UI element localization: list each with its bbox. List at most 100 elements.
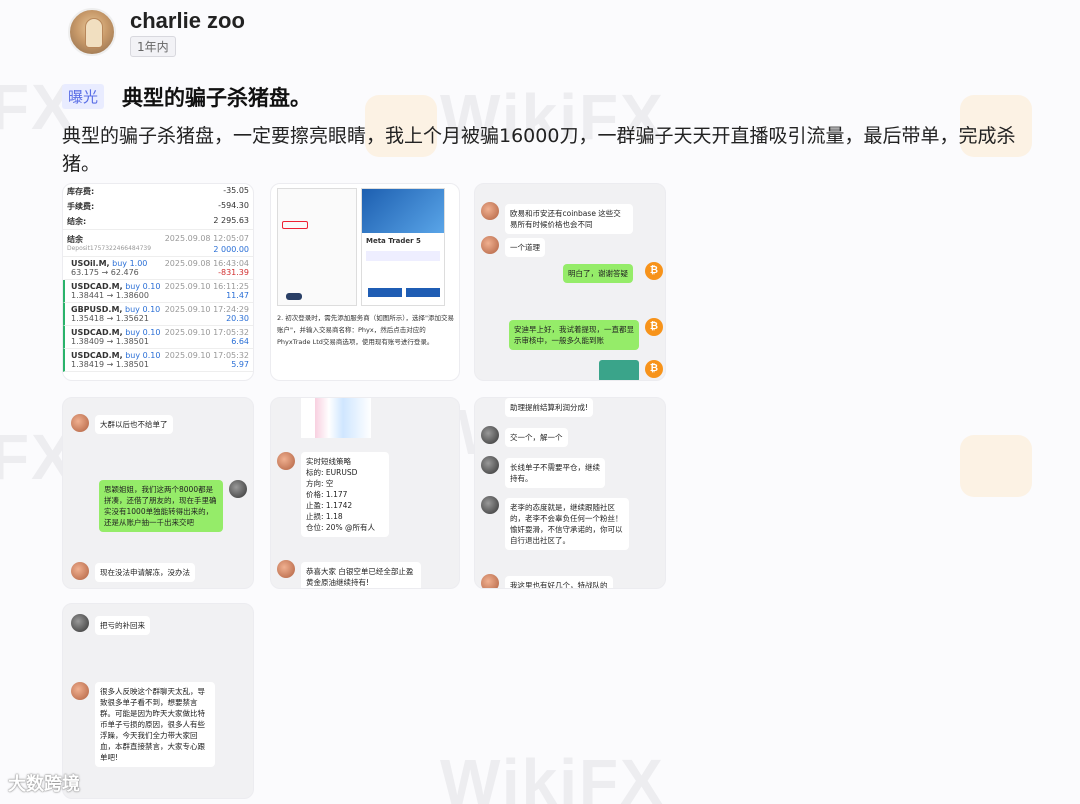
trade-row: GBPUSD.M, buy 0.10 2025.09.10 17:24:29 1.… xyxy=(63,303,253,326)
trade-prices: 1.38419 → 1.38501 xyxy=(71,360,149,369)
trade-prices: 1.35418 → 1.35621 xyxy=(71,314,149,323)
trade-symbol: GBPUSD.M, xyxy=(71,305,123,314)
trade-side: buy 0.10 xyxy=(125,282,161,291)
balance-label: 结余 xyxy=(67,235,83,244)
bitcoin-avatar-icon: ₿ xyxy=(645,318,663,336)
post-image-strategy[interactable]: 实时短线策略 标的: EURUSD 方向: 空 价格: 1.177 止盈: 1.… xyxy=(270,397,460,589)
user-avatar xyxy=(481,496,499,514)
watermark: WikiFX xyxy=(440,746,665,804)
post-image-trade-history[interactable]: 库存费: -35.05 手续费: -594.30 结余: 2 295.63 结余 202… xyxy=(62,183,254,381)
strategy-line: 标的: EURUSD xyxy=(306,468,358,477)
trade-row: USDCAD.M, buy 0.10 2025.09.10 17:05:32 1.… xyxy=(63,349,253,372)
chat-message: 老李的态度就是，继续跟随社区的，老李不会辜负任何一个粉丝！愉奸耍滑，不信守承诺的… xyxy=(505,498,629,550)
user-avatar xyxy=(71,414,89,432)
user-avatar xyxy=(481,426,499,444)
trade-date: 2025.09.10 17:05:32 xyxy=(164,328,249,337)
trade-pl: -831.39 xyxy=(218,268,249,277)
mt5-title: Meta Trader 5 xyxy=(366,237,421,245)
strategy-line: 方向: 空 xyxy=(306,479,334,488)
summary-label: 结余: xyxy=(67,217,87,226)
highlight-box xyxy=(282,221,308,229)
chat-message: 思颖姐姐，我们这两个8000都是拼凑，还借了朋友的，现在手里确实没有1000单独… xyxy=(99,480,223,532)
trade-side: buy 1.00 xyxy=(112,259,148,268)
user-avatar xyxy=(71,614,89,632)
chat-message: 欧易和币安还有coinbase 这些交易所有时候价格也会不同 xyxy=(505,204,633,234)
summary-label: 手续费: xyxy=(67,202,95,211)
chat-message: 我这里也有好几个，特战队的 xyxy=(505,576,613,588)
phone-screen-left xyxy=(277,188,357,306)
chat-message: 长线单子不需要平仓，继续持有。 xyxy=(505,458,605,488)
trade-date: 2025.09.10 17:05:32 xyxy=(164,351,249,360)
phone-screen-right: Meta Trader 5 xyxy=(361,188,445,306)
post-title: 典型的骗子杀猪盘。 xyxy=(122,86,311,110)
chat-message: 恭喜大家 白银空单已经全部止盈 黄金原油继续持有! xyxy=(301,562,421,588)
summary-value: 2 295.63 xyxy=(213,216,249,225)
user-avatar xyxy=(71,562,89,580)
trade-row: USDCAD.M, buy 0.10 2025.09.10 16:11:25 1.… xyxy=(63,280,253,303)
summary-value: -35.05 xyxy=(223,186,249,195)
bitcoin-avatar-icon: ₿ xyxy=(645,360,663,378)
chat-message: 现在没法申请解冻，没办法 xyxy=(95,563,195,582)
author-avatar[interactable] xyxy=(68,8,116,56)
trade-symbol: USOil.M, xyxy=(71,259,110,268)
trade-pl: 6.64 xyxy=(231,337,249,346)
user-avatar xyxy=(481,456,499,474)
post-page: FX WikiFX FX WikiFX WikiFX charlie zoo 1… xyxy=(0,0,1080,804)
user-avatar xyxy=(277,560,295,578)
trade-prices: 1.38409 → 1.38501 xyxy=(71,337,149,346)
watermark-logo-icon xyxy=(960,435,1032,497)
strategy-line: 止损: 1.18 xyxy=(306,512,343,521)
strategy-line: 价格: 1.177 xyxy=(306,490,348,499)
strategy-line: 止盈: 1.1742 xyxy=(306,501,353,510)
trade-symbol: USDCAD.M, xyxy=(71,328,123,337)
trade-row: USOil.M, buy 1.00 2025.09.08 16:43:04 63.… xyxy=(63,257,253,280)
post-time-badge: 1年内 xyxy=(130,36,176,57)
chat-message: 很多人反映这个群聊天太乱，导致很多单子看不到，想要禁言群。可能是因为昨天大家做比… xyxy=(95,682,215,767)
strategy-line: 实时短线策略 xyxy=(306,457,351,466)
post-image-mt5-setup[interactable]: Meta Trader 5 2. 初次登录时，需先添加服务商（如图所示），选择"… xyxy=(270,183,460,381)
trade-symbol: USDCAD.M, xyxy=(71,351,123,360)
mt5-caption: 2. 初次登录时，需先添加服务商（如图所示），选择"添加交易账户"，并输入交易商… xyxy=(277,314,455,346)
trade-side: buy 0.10 xyxy=(125,305,161,314)
bitcoin-avatar-icon: ₿ xyxy=(645,262,663,280)
post-image-chat-funds[interactable]: 大群以后也不给单了 思颖姐姐，我们这两个8000都是拼凑，还借了朋友的，现在手里… xyxy=(62,397,254,589)
trade-prices: 63.175 → 62.476 xyxy=(71,268,139,277)
user-avatar xyxy=(481,574,499,588)
trade-symbol: USDCAD.M, xyxy=(71,282,123,291)
trade-prices: 1.38441 → 1.38600 xyxy=(71,291,149,300)
post-image-chat-withdraw[interactable]: 欧易和币安还有coinbase 这些交易所有时候价格也会不同 一个道理 ₿ 明白… xyxy=(474,183,666,381)
strategy-line: 仓位: 20% @所有人 xyxy=(306,523,375,532)
post-image-chat-mute[interactable]: 把亏的补回来 很多人反映这个群聊天太乱，导致很多单子看不到，想要禁言群。可能是因… xyxy=(62,603,254,799)
trade-pl: 5.97 xyxy=(231,360,249,369)
user-avatar xyxy=(481,202,499,220)
post-body: 典型的骗子杀猪盘，一定要擦亮眼睛，我上个月被骗16000刀，一群骗子天天开直播吸… xyxy=(62,125,1016,175)
balance-date: 2025.09.08 12:05:07 xyxy=(164,234,249,243)
trade-pl: 20.30 xyxy=(226,314,249,323)
post-image-chat-hold[interactable]: 助理提前结算利润分成! 交一个，解一个 长线单子不需要平仓，继续持有。 老李的态… xyxy=(474,397,666,589)
chat-message: 助理提前结算利润分成! xyxy=(505,398,594,417)
strategy-card: 实时短线策略 标的: EURUSD 方向: 空 价格: 1.177 止盈: 1.… xyxy=(301,452,389,537)
trade-date: 2025.09.08 16:43:04 xyxy=(164,259,249,268)
user-avatar xyxy=(481,236,499,254)
transfer-card-icon xyxy=(599,360,639,380)
user-avatar xyxy=(229,480,247,498)
chat-message: 交一个，解一个 xyxy=(505,428,568,447)
chat-message: 安迪早上好，我试着提现，一直都显示审核中，一般多久能到账 xyxy=(509,320,639,350)
chat-message: 把亏的补回来 xyxy=(95,616,150,635)
chat-message: 大群以后也不给单了 xyxy=(95,415,173,434)
summary-value: -594.30 xyxy=(218,201,249,210)
trade-pl: 11.47 xyxy=(226,291,249,300)
user-avatar xyxy=(71,682,89,700)
balance-sub: Deposit1757322466484739 xyxy=(67,245,152,252)
chat-message: 明白了，谢谢答疑 xyxy=(563,264,633,283)
balance-value: 2 000.00 xyxy=(213,245,249,254)
exposure-tag[interactable]: 曝光 xyxy=(62,84,105,109)
footer-watermark-logo: 大数跨境 xyxy=(8,774,80,795)
author-name[interactable]: charlie zoo xyxy=(130,8,245,34)
chat-message: 一个道理 xyxy=(505,238,545,257)
trade-date: 2025.09.10 17:24:29 xyxy=(164,305,249,314)
user-avatar xyxy=(277,452,295,470)
price-chart-icon xyxy=(301,398,371,438)
summary-label: 库存费: xyxy=(67,187,95,196)
trade-date: 2025.09.10 16:11:25 xyxy=(164,282,249,291)
